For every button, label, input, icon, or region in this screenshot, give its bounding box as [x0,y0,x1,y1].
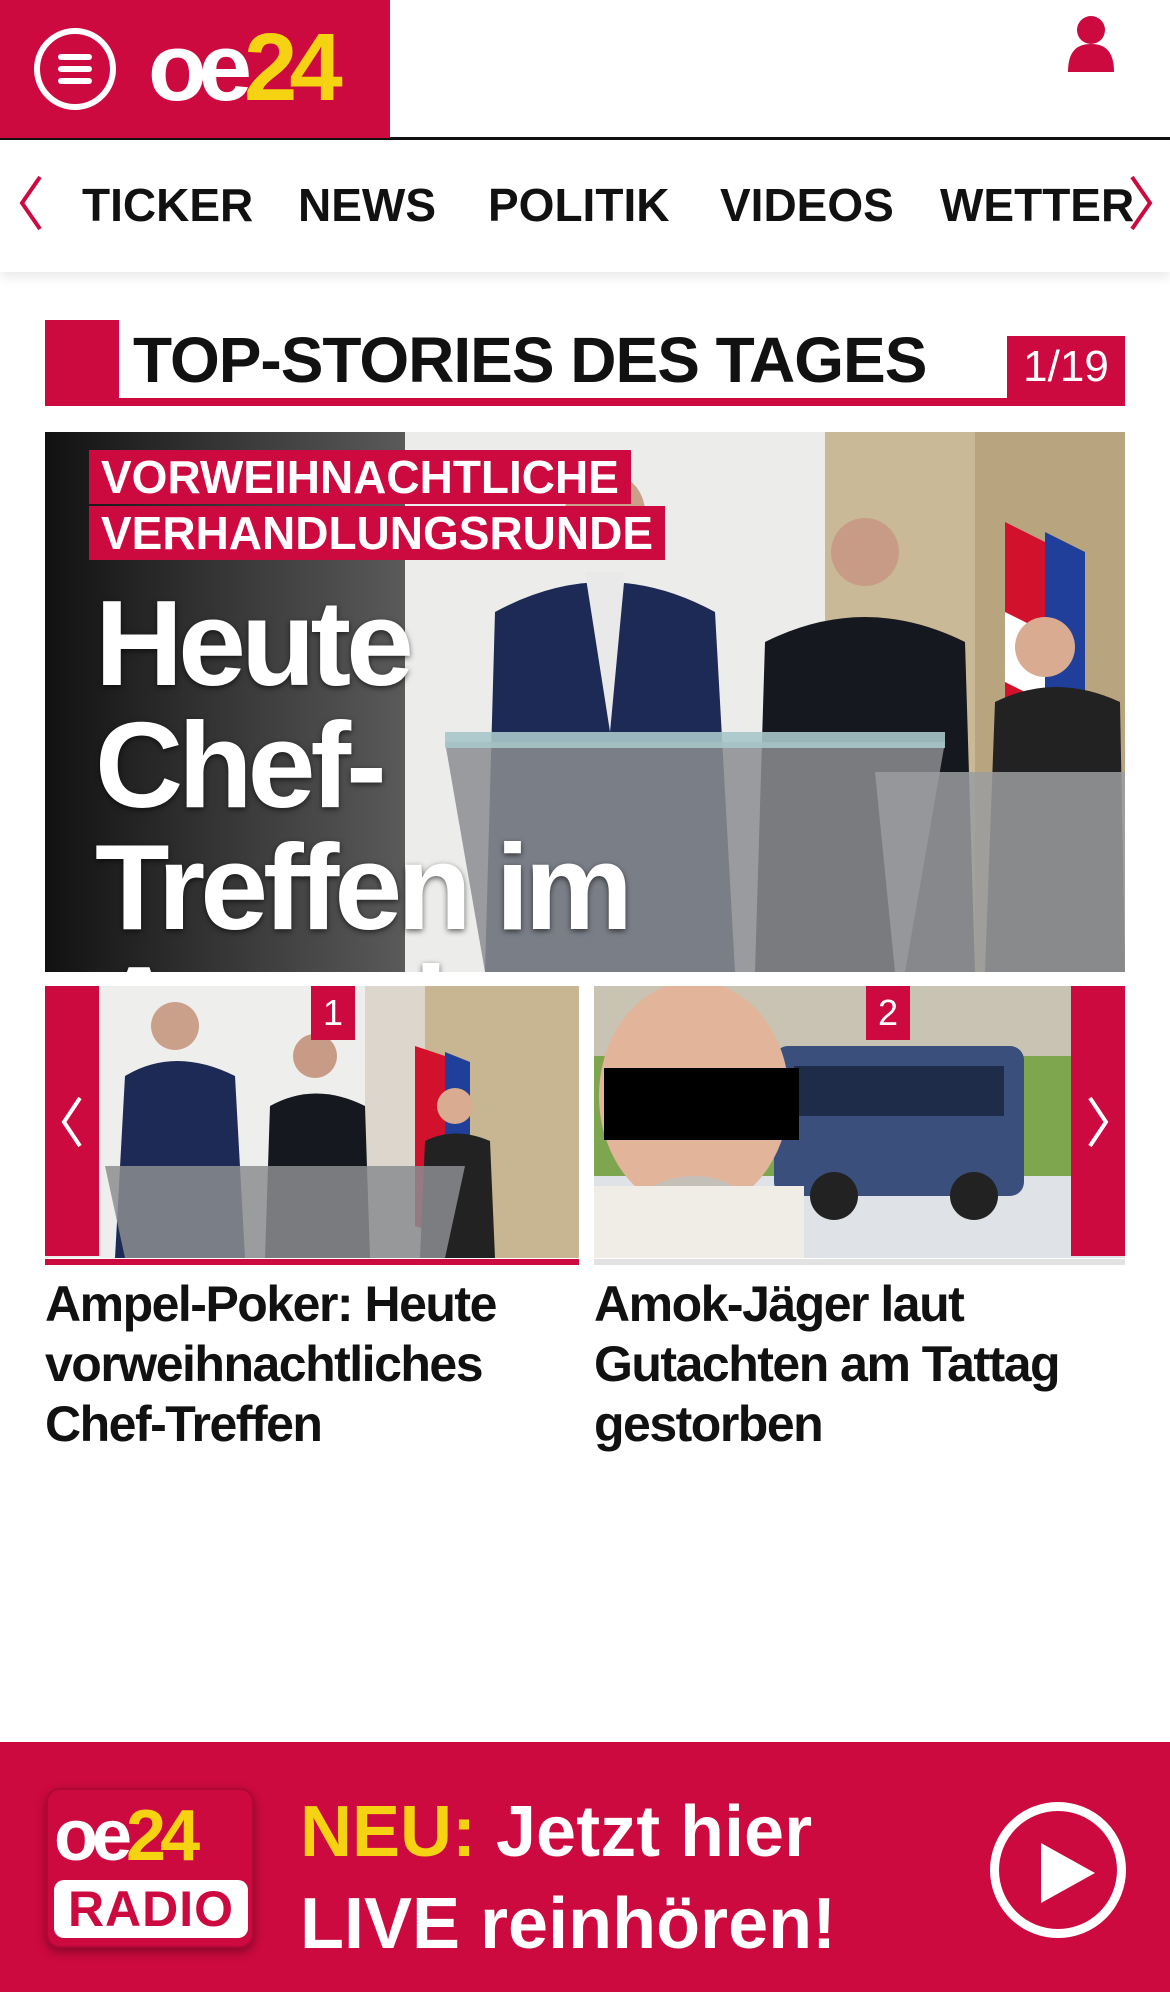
user-icon[interactable] [1066,14,1116,72]
nav-item-politik[interactable]: POLITIK [488,179,669,231]
section-title: TOP-STORIES DES TAGES [133,324,927,396]
radio-logo-oe: oe [54,1796,132,1876]
nav-item-news[interactable]: NEWS [298,179,436,231]
story-number-2: 2 [866,986,910,1040]
section-underline [45,398,1125,406]
radio-logo-24: 24 [126,1796,200,1876]
brand-block: oe24 [0,0,390,138]
story-title-1[interactable]: Ampel-Poker: Heute vorweihnachtliches Ch… [45,1274,579,1454]
play-icon [1041,1843,1095,1903]
site-logo[interactable]: oe24 [148,18,343,118]
carousel-next-button[interactable] [1071,986,1125,1256]
kicker-line-1: VORWEIHNACHTLICHE [89,450,631,504]
story-thumb-2[interactable]: 2 [594,986,1125,1258]
radio-logo: oe24 RADIO [46,1788,254,1948]
chevron-left-icon [61,1096,82,1148]
nav-item-wetter[interactable]: WETTER [940,179,1134,231]
play-button[interactable] [990,1802,1126,1938]
story-carousel: 1 2 [45,986,1125,1258]
carousel-prev-button[interactable] [45,986,99,1256]
story-number-1: 1 [311,986,355,1040]
slide-counter: 1/19 [1007,336,1125,398]
radio-logo-wordmark: oe24 [54,1796,200,1876]
nav-item-videos[interactable]: VIDEOS [720,179,894,231]
chevron-right-icon [1088,1096,1109,1148]
section-accent [45,320,119,400]
category-nav: TICKER NEWS POLITIK VIDEOS WETTER [0,141,1170,272]
radio-logo-label: RADIO [54,1880,248,1938]
story-1-active-bar [45,1259,579,1265]
hamburger-menu-icon[interactable] [34,28,116,110]
logo-oe: oe [148,14,252,121]
story-title-2[interactable]: Amok-Jäger laut Gutachten am Tattag gest… [594,1274,1134,1454]
hero-kicker: VORWEIHNACHTLICHE VERHANDLUNGSRUNDE [89,450,666,562]
story-2-bar [594,1259,1125,1265]
radio-neu-label: NEU: [300,1792,476,1872]
radio-banner[interactable]: oe24 RADIO NEU: Jetzt hier LIVE reinhöre… [0,1742,1170,1992]
logo-24: 24 [244,14,343,121]
nav-item-ticker[interactable]: TICKER [82,179,253,231]
section-header: TOP-STORIES DES TAGES 1/19 [45,320,1125,408]
radio-promo-text: NEU: Jetzt hier LIVE reinhören! [300,1786,836,1970]
kicker-line-2: VERHANDLUNGSRUNDE [89,506,666,560]
radio-line2: LIVE reinhören! [300,1884,837,1964]
story-thumb-1[interactable]: 1 [45,986,579,1258]
site-header: oe24 [0,0,1170,140]
story-image-2 [594,986,1125,1258]
radio-line1: Jetzt hier [476,1792,813,1872]
hero-story[interactable]: VORWEIHNACHTLICHE VERHANDLUNGSRUNDE Heut… [45,432,1125,972]
hero-title: Heute Chef-Treffen im Ampel-Poker [95,575,633,972]
chevron-left-icon[interactable] [16,173,46,233]
chevron-right-icon[interactable] [1126,173,1156,233]
